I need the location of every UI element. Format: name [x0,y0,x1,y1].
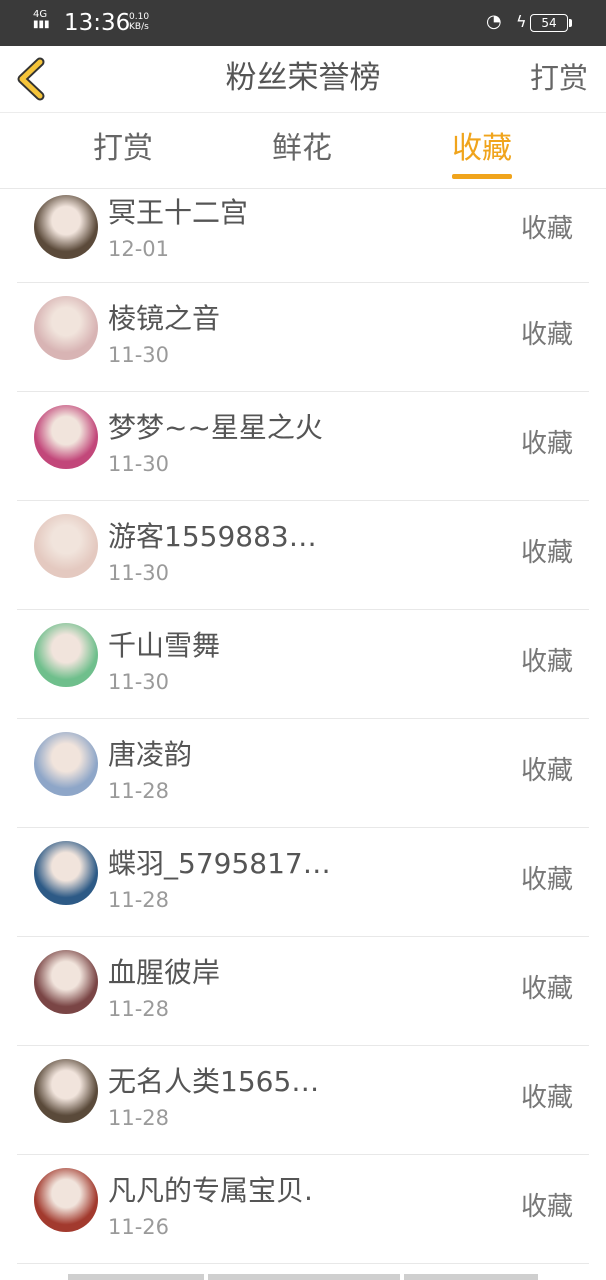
list-item[interactable]: 凡凡的专属宝贝. 11-26 收藏 [17,1155,589,1264]
tab-favorites[interactable]: 收藏 [452,129,512,179]
item-date: 11-28 [108,1106,170,1130]
avatar[interactable] [34,623,98,687]
bottom-scroll-indicator [68,1274,538,1280]
user-name: 无名人类1565… [108,1065,320,1098]
list-item[interactable]: 血腥彼岸 11-28 收藏 [17,937,589,1046]
action-label: 收藏 [520,647,573,677]
avatar[interactable] [34,841,98,905]
action-label: 收藏 [520,1083,573,1113]
tab-label: 鲜花 [272,131,332,166]
user-name: 蝶羽_5795817… [108,847,331,880]
user-name: 血腥彼岸 [108,956,221,989]
speed-value: 0.10 [129,12,150,22]
item-date: 11-28 [108,997,170,1021]
user-name: 梦梦~~星星之火 [108,411,323,444]
item-date: 11-28 [108,888,170,912]
network-type: 4G [33,9,48,20]
item-date: 11-28 [108,779,170,803]
action-label: 收藏 [520,1192,573,1222]
wifi-icon: ◔ [486,11,502,32]
action-label: 收藏 [520,214,573,244]
action-label: 收藏 [520,865,573,895]
avatar[interactable] [34,296,98,360]
item-date: 11-30 [108,670,170,694]
status-bar: 4G ▮▮▮ 13:36 0.10 KB/s ◔ ϟ 54 [0,0,606,46]
battery-level: 54 [541,16,557,30]
user-name: 棱镜之音 [108,302,221,335]
active-tab-indicator [452,174,512,179]
list-item[interactable]: 无名人类1565… 11-28 收藏 [17,1046,589,1155]
item-date: 11-30 [108,343,170,367]
avatar[interactable] [34,405,98,469]
item-date: 12-01 [108,237,170,261]
user-name: 游客1559883… [108,520,317,553]
user-name: 唐凌韵 [108,738,193,771]
signal-icon: 4G ▮▮▮ [33,9,50,30]
clock: 13:36 [64,10,131,36]
page-title: 粉丝荣誉榜 [225,60,381,96]
list-item[interactable]: 冥王十二宫 12-01 收藏 [17,188,589,283]
list-item[interactable]: 蝶羽_5795817… 11-28 收藏 [17,828,589,937]
avatar[interactable] [34,514,98,578]
user-name: 凡凡的专属宝贝. [108,1174,313,1207]
scroll-segment [208,1274,400,1280]
action-label: 收藏 [520,756,573,786]
avatar[interactable] [34,732,98,796]
tab-reward[interactable]: 打赏 [93,129,153,169]
reward-button[interactable]: 打赏 [530,58,588,98]
title-bar: 粉丝荣誉榜 打赏 [0,46,606,113]
scroll-segment [404,1274,538,1280]
item-date: 11-30 [108,452,170,476]
scroll-segment [68,1274,204,1280]
tab-bar: 打赏 鲜花 收藏 [0,113,606,189]
list-item[interactable]: 千山雪舞 11-30 收藏 [17,610,589,719]
battery-icon: 54 [530,14,572,32]
action-label: 收藏 [520,429,573,459]
avatar[interactable] [34,1168,98,1232]
list-item[interactable]: 游客1559883… 11-30 收藏 [17,501,589,610]
fan-list[interactable]: 冥王十二宫 12-01 收藏 棱镜之音 11-30 收藏 梦梦~~星星之火 11-30 收藏 游客… [0,188,606,1280]
list-item[interactable]: 棱镜之音 11-30 收藏 [17,283,589,392]
tab-flowers[interactable]: 鲜花 [272,129,332,169]
action-label: 收藏 [520,320,573,350]
avatar[interactable] [34,950,98,1014]
item-date: 11-30 [108,561,170,585]
user-name: 千山雪舞 [108,629,221,662]
list-item[interactable]: 唐凌韵 11-28 收藏 [17,719,589,828]
avatar[interactable] [34,195,98,259]
tab-label: 打赏 [93,131,153,166]
action-label: 收藏 [520,538,573,568]
charging-icon: ϟ [516,12,527,31]
speed-unit: KB/s [129,22,149,32]
tab-label: 收藏 [452,131,512,166]
user-name: 冥王十二宫 [108,196,249,229]
list-item[interactable]: 梦梦~~星星之火 11-30 收藏 [17,392,589,501]
network-speed: 0.10 KB/s [129,12,149,32]
item-date: 11-26 [108,1215,170,1239]
avatar[interactable] [34,1059,98,1123]
action-label: 收藏 [520,974,573,1004]
